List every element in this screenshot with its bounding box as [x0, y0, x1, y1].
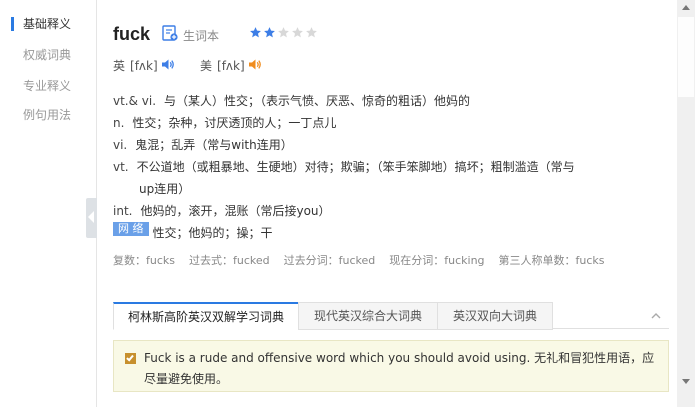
- word-form: 过去式：fucked: [189, 254, 270, 267]
- star-filled-icon: [250, 27, 261, 38]
- definition-text: 不公道地（或粗暴地、生硬地）对待；欺骗；（笨手笨脚地）搞坏；粗制滥造（常与: [136, 160, 575, 174]
- definition-row: vi. 鬼混；乱弄（常与with连用）: [113, 134, 663, 156]
- word-forms: 复数：fucks 过去式：fucked 过去分词：fucked 现在分词：fuc…: [113, 252, 605, 268]
- us-label: 美: [200, 59, 213, 73]
- part-of-speech: vi.: [113, 138, 128, 152]
- definition-row: vt. 不公道地（或粗暴地、生硬地）对待；欺骗；（笨手笨脚地）搞坏；粗制滥造（常…: [113, 156, 663, 178]
- word-form: 第三人称单数：fucks: [498, 254, 605, 267]
- scroll-up-button[interactable]: [677, 0, 695, 17]
- star-empty-icon: [306, 27, 317, 38]
- part-of-speech: n.: [113, 116, 125, 130]
- sidebar-item-authoritative[interactable]: 权威词典: [23, 46, 71, 64]
- collapse-handle[interactable]: [86, 198, 97, 238]
- sidebar-nav: 基础释义 权威词典 专业释义 例句用法: [0, 0, 97, 407]
- dictionary-tabs: 柯林斯高阶英汉双解学习词典 现代英汉综合大词典 英汉双向大词典: [113, 302, 669, 330]
- definition-text: 性交；杂种，讨厌透顶的人；一丁点儿: [132, 116, 337, 130]
- word-form: 复数：fucks: [113, 254, 175, 267]
- sidebar-item-professional[interactable]: 专业释义: [23, 77, 71, 95]
- uk-phonetic-symbol: [fʌk]: [130, 59, 158, 73]
- star-empty-icon: [292, 27, 303, 38]
- star-empty-icon: [278, 27, 289, 38]
- chevron-left-icon: [88, 211, 94, 223]
- part-of-speech: vt.: [113, 160, 129, 174]
- scroll-down-button[interactable]: [677, 373, 695, 390]
- definition-text: 与（某人）性交；（表示气愤、厌恶、惊奇的粗话）他妈的: [164, 94, 471, 108]
- definition-row: int. 他妈的，滚开，混账（常后接you）: [113, 200, 663, 222]
- word-form: 现在分词：fucking: [389, 254, 485, 267]
- web-definition-text: 性交；他妈的；操；干: [152, 226, 273, 240]
- active-nav-marker: [11, 17, 14, 31]
- sidebar-item-examples[interactable]: 例句用法: [23, 106, 71, 124]
- add-to-wordbook-icon[interactable]: [162, 25, 178, 41]
- vertical-scrollbar[interactable]: [677, 0, 695, 407]
- arrow-up-icon: [682, 5, 690, 10]
- collins-note: Fuck is a rude and offensive word which …: [113, 340, 669, 392]
- arrow-down-icon: [682, 379, 690, 384]
- star-rating: [249, 26, 318, 39]
- checkbox-icon: [125, 353, 136, 364]
- uk-phonetic: 英 [fʌk]: [113, 57, 158, 74]
- web-definition-row: 网 络 性交；他妈的；操；干: [113, 222, 663, 244]
- star-filled-icon: [264, 27, 275, 38]
- part-of-speech: vt.& vi.: [113, 94, 157, 108]
- definition-continuation: up连用）: [139, 182, 191, 196]
- us-phonetic-symbol: [fʌk]: [217, 59, 245, 73]
- headword: fuck: [113, 24, 151, 44]
- main-content: fuck 生词本 英 [fʌk] 美 [fʌk] vt.& vi. 与（某人）性交；…: [97, 0, 677, 407]
- definition-text: 鬼混；乱弄（常与with连用）: [135, 138, 293, 152]
- part-of-speech: int.: [113, 204, 133, 218]
- chevron-up-icon[interactable]: [649, 309, 663, 323]
- definition-text: 他妈的，滚开，混账（常后接you）: [140, 204, 331, 218]
- tab-collins[interactable]: 柯林斯高阶英汉双解学习词典: [113, 302, 299, 330]
- definition-row: n. 性交；杂种，讨厌透顶的人；一丁点儿: [113, 112, 663, 134]
- uk-label: 英: [113, 59, 126, 73]
- tab-modern-comprehensive[interactable]: 现代英汉综合大词典: [298, 302, 438, 330]
- tab-bidirectional[interactable]: 英汉双向大词典: [437, 302, 553, 330]
- definitions: vt.& vi. 与（某人）性交；（表示气愤、厌恶、惊奇的粗话）他妈的 n. 性…: [113, 90, 663, 244]
- scroll-thumb[interactable]: [678, 17, 694, 97]
- sidebar-item-basic[interactable]: 基础释义: [23, 15, 71, 33]
- us-phonetic: 美 [fʌk]: [200, 57, 245, 74]
- word-form: 过去分词：fucked: [283, 254, 376, 267]
- definition-row: vt.& vi. 与（某人）性交；（表示气愤、厌恶、惊奇的粗话）他妈的: [113, 90, 663, 112]
- web-badge: 网 络: [113, 222, 149, 236]
- collins-text: Fuck is a rude and offensive word which …: [144, 351, 655, 386]
- us-speaker-icon[interactable]: [248, 58, 262, 71]
- wordbook-label[interactable]: 生词本: [183, 27, 219, 44]
- uk-speaker-icon[interactable]: [161, 58, 175, 71]
